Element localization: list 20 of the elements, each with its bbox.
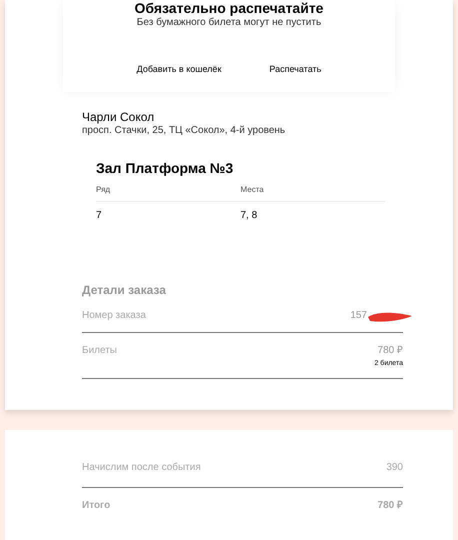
order-value: 157 [350, 310, 367, 320]
wallet-link[interactable]: Добавить в кошелёк [136, 64, 222, 75]
ticket-subtitle: Без бумажного билета могут не пустить [136, 17, 322, 30]
summary-label: Начислим после события [82, 462, 201, 474]
venue-address: просп. Стачки, 25, ТЦ «Сокол», 4-й уровень [82, 125, 286, 138]
column-header: Места [240, 185, 265, 195]
order-label: Билеты [82, 345, 117, 358]
table-cell-text: 7 [96, 210, 103, 222]
print-link[interactable]: Распечатать [269, 64, 322, 75]
summary-value: 780 ₽ [378, 500, 403, 512]
order-value: 780 ₽ [378, 345, 403, 356]
order-label: Номер заказа [82, 310, 146, 322]
column-header: Ряд [96, 185, 112, 195]
venue-name: Чарли Сокол [82, 110, 156, 125]
hall-title: Зал Платформа №3 [96, 160, 234, 177]
summary-label: Итого [82, 500, 110, 512]
summary-value: 390 [386, 462, 403, 474]
table-cell-text: 7, 8 [240, 210, 258, 222]
ticket-title: Обязательно распечатайте [134, 1, 324, 15]
order-details-title: Детали заказа [82, 282, 167, 298]
